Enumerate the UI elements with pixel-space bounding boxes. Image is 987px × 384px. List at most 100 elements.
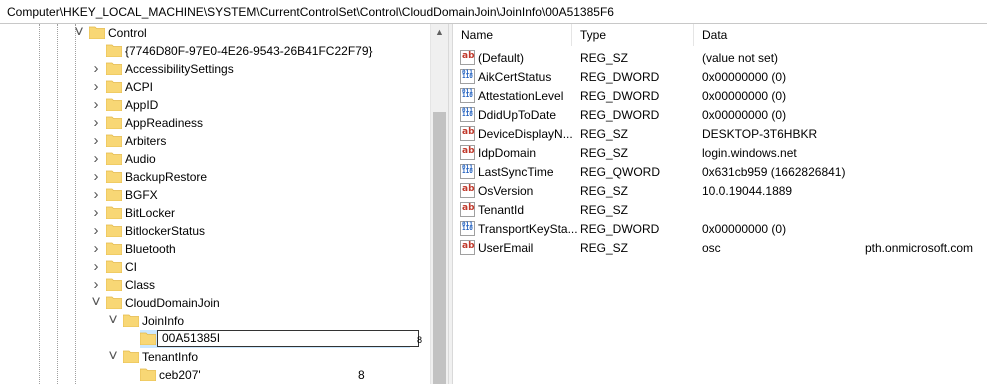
address-bar[interactable]: Computer\HKEY_LOCAL_MACHINE\SYSTEM\Curre… (0, 0, 987, 24)
chevron-right-icon[interactable]: › (90, 79, 102, 95)
tree-item[interactable]: {7746D80F-97E0-4E26-9543-26B41FC22F79} (0, 42, 430, 60)
value-name: AikCertStatus (478, 70, 552, 84)
string-value-icon: ab (460, 126, 475, 141)
tree-item-label: {7746D80F-97E0-4E26-9543-26B41FC22F79} (125, 44, 373, 58)
value-type: REG_DWORD (580, 108, 660, 122)
scrollbar-thumb[interactable] (433, 112, 446, 384)
tree-item[interactable]: ˅ TenantInfo (0, 348, 430, 366)
value-row[interactable]: 011 110 TransportKeySta... REG_DWORD 0x00000… (453, 219, 987, 238)
tree-item[interactable]: › BitlockerStatus (0, 222, 430, 240)
folder-icon (106, 115, 122, 129)
tree-item[interactable]: › Class (0, 276, 430, 294)
chevron-right-icon[interactable]: › (90, 115, 102, 131)
chevron-right-icon[interactable]: › (90, 151, 102, 167)
value-data: (value not set) (702, 51, 779, 65)
chevron-right-icon[interactable]: › (90, 223, 102, 239)
scroll-up-arrow-icon[interactable]: ▲ (431, 24, 448, 41)
value-row[interactable]: ab TenantId REG_SZ (453, 200, 987, 219)
tree-item[interactable]: ˅ JoinInfo (0, 312, 430, 330)
folder-icon (106, 133, 122, 147)
chevron-down-icon[interactable]: ˅ (107, 349, 119, 365)
value-row[interactable]: 011 110 DdidUpToDate REG_DWORD 0x00000000 (0… (453, 105, 987, 124)
tree-vertical-scrollbar[interactable]: ▲ (430, 24, 448, 384)
tree-item[interactable]: › CI (0, 258, 430, 276)
value-type: REG_SZ (580, 241, 629, 255)
string-value-icon: ab (460, 145, 475, 160)
folder-icon (106, 295, 122, 309)
tree-item-label: AppID (125, 98, 159, 112)
chevron-right-icon[interactable]: › (90, 187, 102, 203)
tree-item[interactable]: › Audio (0, 150, 430, 168)
chevron-right-icon[interactable]: › (90, 259, 102, 275)
chevron-right-icon[interactable]: › (90, 277, 102, 293)
registry-key-tree[interactable]: ˅ Control {7746D80F-97E0-4E26-9543-26B41FC… (0, 24, 448, 384)
binary-value-icon: 011 110 (460, 164, 475, 179)
tree-item[interactable]: › ACPI (0, 78, 430, 96)
column-header-name[interactable]: Name (453, 24, 572, 46)
tree-item-label: Bluetooth (125, 242, 176, 256)
folder-icon (106, 259, 122, 273)
tree-item-label[interactable]: 00A51385I (157, 330, 419, 347)
tree-item[interactable]: › AccessibilitySettings (0, 60, 430, 78)
tree-item[interactable]: › BGFX (0, 186, 430, 204)
tree-item[interactable]: › BitLocker (0, 204, 430, 222)
chevron-down-icon[interactable]: ˅ (73, 25, 85, 41)
tree-item-label: Audio (125, 152, 156, 166)
value-row[interactable]: ab (Default) REG_SZ (value not set) (453, 48, 987, 67)
folder-icon (123, 313, 139, 327)
tree-item[interactable]: › AppReadiness (0, 114, 430, 132)
chevron-right-icon[interactable]: › (90, 205, 102, 221)
column-header-data[interactable]: Data (694, 24, 987, 46)
value-data: DESKTOP-3T6HBKR (702, 127, 818, 141)
string-value-icon: ab (460, 202, 475, 217)
folder-icon (106, 169, 122, 183)
value-type: REG_SZ (580, 203, 629, 217)
value-data: 0x00000000 (0) (702, 70, 787, 84)
tree-item[interactable]: › Arbiters (0, 132, 430, 150)
tree-item-label: Arbiters (125, 134, 167, 148)
value-type: REG_SZ (580, 51, 629, 65)
value-row[interactable]: ab IdpDomain REG_SZ login.windows.net (453, 143, 987, 162)
value-row[interactable]: ab UserEmail REG_SZ osc pth.onmicrosoft.com (453, 238, 987, 257)
chevron-down-icon[interactable]: ˅ (107, 313, 119, 329)
value-row[interactable]: 011 110 AikCertStatus REG_DWORD 0x00000000 (… (453, 67, 987, 86)
chevron-right-icon[interactable]: › (90, 169, 102, 185)
tree-item[interactable]: 00A51385I 8 (0, 330, 430, 348)
tree-item-label: BitLocker (125, 206, 176, 220)
chevron-right-icon[interactable]: › (90, 241, 102, 257)
folder-icon (106, 241, 122, 255)
value-row[interactable]: 011 110 AttestationLevel REG_DWORD 0x0000000… (453, 86, 987, 105)
value-data: 0x00000000 (0) (702, 89, 787, 103)
value-data: login.windows.net (702, 146, 797, 160)
tree-item[interactable]: › Bluetooth (0, 240, 430, 258)
registry-values-list[interactable]: Name Type Data ab (Default) REG_SZ (value n… (453, 24, 987, 384)
address-text[interactable]: Computer\HKEY_LOCAL_MACHINE\SYSTEM\Curre… (7, 5, 614, 19)
chevron-right-icon[interactable]: › (90, 133, 102, 149)
tree-item[interactable]: › BackupRestore (0, 168, 430, 186)
value-row[interactable]: ab DeviceDisplayN... REG_SZ DESKTOP-3T6HBKR (453, 124, 987, 143)
tree-item-label-suffix: 8 (358, 368, 365, 382)
value-row[interactable]: 011 110 LastSyncTime REG_QWORD 0x631cb959 (1… (453, 162, 987, 181)
folder-icon (106, 187, 122, 201)
folder-icon (106, 205, 122, 219)
chevron-right-icon[interactable]: › (90, 61, 102, 77)
tree-item[interactable]: ˅ Control (0, 24, 430, 42)
tree-item-label: AppReadiness (125, 116, 204, 130)
column-header-type[interactable]: Type (572, 24, 694, 46)
tree-item-label: BitlockerStatus (125, 224, 206, 238)
value-type: REG_SZ (580, 146, 629, 160)
value-name: TenantId (478, 203, 525, 217)
value-type: REG_SZ (580, 127, 629, 141)
tree-item[interactable]: › AppID (0, 96, 430, 114)
tree-item-label: BackupRestore (125, 170, 208, 184)
binary-value-icon: 011 110 (460, 69, 475, 84)
folder-icon (140, 331, 156, 345)
chevron-right-icon[interactable]: › (90, 97, 102, 113)
value-name: (Default) (478, 51, 525, 65)
value-name: OsVersion (478, 184, 534, 198)
chevron-down-icon[interactable]: ˅ (90, 295, 102, 311)
tree-item[interactable]: ˅ CloudDomainJoin (0, 294, 430, 312)
tree-item[interactable]: ceb207' 8 (0, 366, 430, 384)
value-row[interactable]: ab OsVersion REG_SZ 10.0.19044.1889 (453, 181, 987, 200)
tree-item-label-suffix: 8 (417, 335, 423, 345)
